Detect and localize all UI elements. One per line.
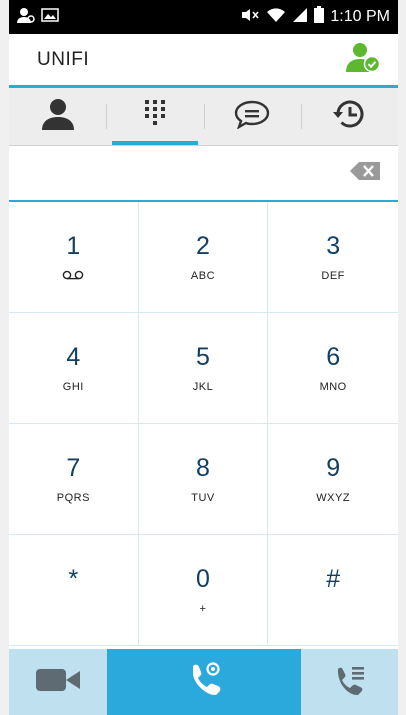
status-right-icons: 1:10 PM: [240, 6, 390, 28]
video-call-button[interactable]: [9, 667, 107, 698]
key-2[interactable]: 2 ABC: [138, 202, 269, 313]
key-digit: 5: [196, 343, 210, 371]
key-5[interactable]: 5 JKL: [138, 313, 269, 424]
mute-icon: [240, 8, 260, 27]
signal-icon: [292, 7, 308, 28]
contacts-tab[interactable]: [9, 88, 106, 145]
key-digit: 2: [196, 232, 210, 260]
key-letters: ABC: [190, 270, 216, 282]
user-available-icon[interactable]: [346, 42, 381, 77]
phone-screen: 1:10 PM UNIFI 1 2 ABC 3 DEF 4 GHI 5 JKL …: [9, 0, 398, 715]
call-button[interactable]: [106, 649, 301, 715]
dialpad-tab[interactable]: [106, 88, 203, 145]
key-3[interactable]: 3 DEF: [268, 202, 398, 313]
video-camera-icon: [35, 667, 81, 698]
key-8[interactable]: 8 TUV: [138, 424, 269, 535]
chat-bubble-icon: [233, 99, 271, 134]
messages-tab[interactable]: [203, 88, 301, 145]
key-9[interactable]: 9 WXYZ: [268, 424, 398, 535]
status-time: 1:10 PM: [330, 8, 390, 25]
key-digit: #: [326, 565, 341, 593]
key-digit: 8: [196, 454, 210, 482]
history-icon: [332, 98, 366, 135]
status-bar: 1:10 PM: [9, 0, 398, 34]
key-digit: 7: [66, 454, 81, 482]
key-1[interactable]: 1: [9, 202, 139, 313]
key-star[interactable]: *: [9, 535, 139, 646]
backspace-icon[interactable]: [350, 161, 380, 185]
status-left-icons: [17, 7, 59, 28]
key-digit: 4: [66, 343, 81, 371]
key-7[interactable]: 7 PQRS: [9, 424, 139, 535]
key-digit: *: [68, 565, 79, 593]
phone-call-icon: [184, 660, 224, 705]
key-digit: 9: [326, 454, 341, 482]
image-icon: [41, 7, 59, 27]
key-letters: PQRS: [56, 492, 90, 504]
call-list-button[interactable]: [301, 663, 398, 702]
voicemail-icon: [62, 270, 84, 284]
history-tab[interactable]: [300, 88, 398, 145]
bottom-action-bar: [9, 649, 398, 715]
key-6[interactable]: 6 MNO: [268, 313, 398, 424]
key-digit: 3: [326, 232, 341, 260]
key-digit: 0: [196, 565, 210, 593]
key-letters: TUV: [191, 492, 215, 504]
battery-icon: [314, 6, 325, 28]
dialpad-icon: [144, 99, 166, 134]
key-letters: +: [199, 603, 207, 615]
key-digit: 6: [326, 343, 341, 371]
key-4[interactable]: 4 GHI: [9, 313, 139, 424]
key-letters: GHI: [62, 381, 84, 393]
dialpad: 1 2 ABC 3 DEF 4 GHI 5 JKL 6 MNO 7 PQRS 8…: [9, 202, 398, 646]
person-icon: [41, 98, 75, 135]
key-0[interactable]: 0 +: [138, 535, 269, 646]
key-letters: DEF: [321, 270, 345, 282]
app-title: UNIFI: [37, 48, 90, 70]
phone-list-icon: [332, 663, 366, 702]
app-bar: UNIFI: [9, 34, 398, 88]
number-entry[interactable]: [9, 146, 398, 202]
key-letters: MNO: [319, 381, 347, 393]
tab-bar: [9, 88, 398, 146]
user-settings-icon: [17, 7, 35, 28]
key-letters: WXYZ: [316, 492, 351, 504]
wifi-icon: [266, 7, 286, 28]
key-hash[interactable]: #: [268, 535, 398, 646]
key-letters: JKL: [192, 381, 214, 393]
key-digit: 1: [66, 232, 81, 260]
